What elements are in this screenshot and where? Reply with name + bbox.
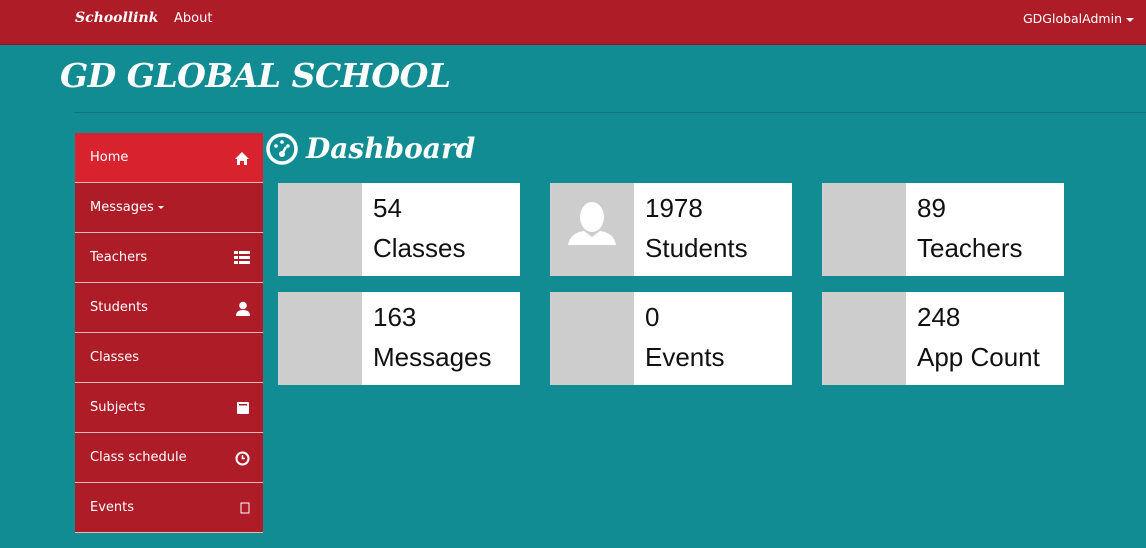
card-label: Students [645, 233, 748, 263]
home-icon [234, 133, 250, 183]
sidebar: Home Messages Teachers Students Classes … [75, 133, 263, 533]
list-icon [234, 233, 250, 283]
sidebar-item-label: Students [90, 300, 148, 315]
card-image [550, 183, 634, 276]
sidebar-item-label: Teachers [90, 250, 148, 265]
card-label: Messages [373, 342, 492, 372]
sidebar-item-subjects[interactable]: Subjects [75, 383, 263, 433]
card-value: 54 [373, 193, 402, 223]
sidebar-item-label: Events [90, 500, 135, 515]
stat-card-students[interactable]: 1978 Students [550, 183, 792, 276]
stat-card-events[interactable]: 0 Events [550, 292, 792, 385]
user-name: GDGlobalAdmin [1022, 11, 1122, 26]
card-value: 248 [917, 302, 961, 332]
card-label: Events [645, 342, 725, 372]
user-menu[interactable]: GDGlobalAdmin [1023, 11, 1134, 26]
card-image [822, 292, 906, 385]
user-icon [236, 283, 250, 333]
dashboard-icon [266, 132, 298, 165]
card-label: Classes [373, 233, 466, 263]
caret-down-icon [1126, 17, 1134, 22]
calendar-icon [240, 483, 250, 533]
stat-card-classes[interactable]: 54 Classes [278, 183, 520, 276]
sidebar-item-classes[interactable]: Classes [75, 333, 263, 383]
page-title: Dashboard [266, 132, 475, 165]
card-value: 89 [917, 193, 946, 223]
clock-icon [235, 433, 250, 483]
user-avatar-icon [568, 202, 616, 245]
sidebar-item-label: Messages [90, 200, 154, 215]
sidebar-item-label: Home [90, 150, 129, 165]
sidebar-item-teachers[interactable]: Teachers [75, 233, 263, 283]
about-link[interactable]: About [174, 11, 212, 26]
card-label: Teachers [917, 233, 1023, 263]
page-title-text: Dashboard [306, 132, 476, 165]
stat-card-teachers[interactable]: 89 Teachers [822, 183, 1064, 276]
book-icon [236, 383, 250, 433]
top-navbar: Schoollink About GDGlobalAdmin [0, 0, 1146, 45]
card-value: 1978 [645, 193, 703, 223]
school-title: GD GLOBAL SCHOOL [60, 56, 451, 95]
sidebar-item-events[interactable]: Events [75, 483, 263, 533]
card-image [822, 183, 906, 276]
sidebar-item-label: Classes [90, 350, 139, 365]
card-image [278, 183, 362, 276]
card-value: 163 [373, 302, 417, 332]
stat-card-messages[interactable]: 163 Messages [278, 292, 520, 385]
stat-card-app-count[interactable]: 248 App Count [822, 292, 1064, 385]
brand-logo[interactable]: Schoollink [75, 10, 158, 26]
caret-down-icon [157, 206, 164, 209]
sidebar-item-home[interactable]: Home [75, 133, 263, 183]
divider [74, 112, 1146, 113]
sidebar-item-label: Subjects [90, 400, 146, 415]
sidebar-item-messages[interactable]: Messages [75, 183, 263, 233]
card-image [550, 292, 634, 385]
card-image [278, 292, 362, 385]
sidebar-item-class-schedule[interactable]: Class schedule [75, 433, 263, 483]
sidebar-item-students[interactable]: Students [75, 283, 263, 333]
sidebar-item-label: Class schedule [90, 450, 187, 465]
card-value: 0 [645, 302, 660, 332]
card-label: App Count [917, 342, 1040, 372]
